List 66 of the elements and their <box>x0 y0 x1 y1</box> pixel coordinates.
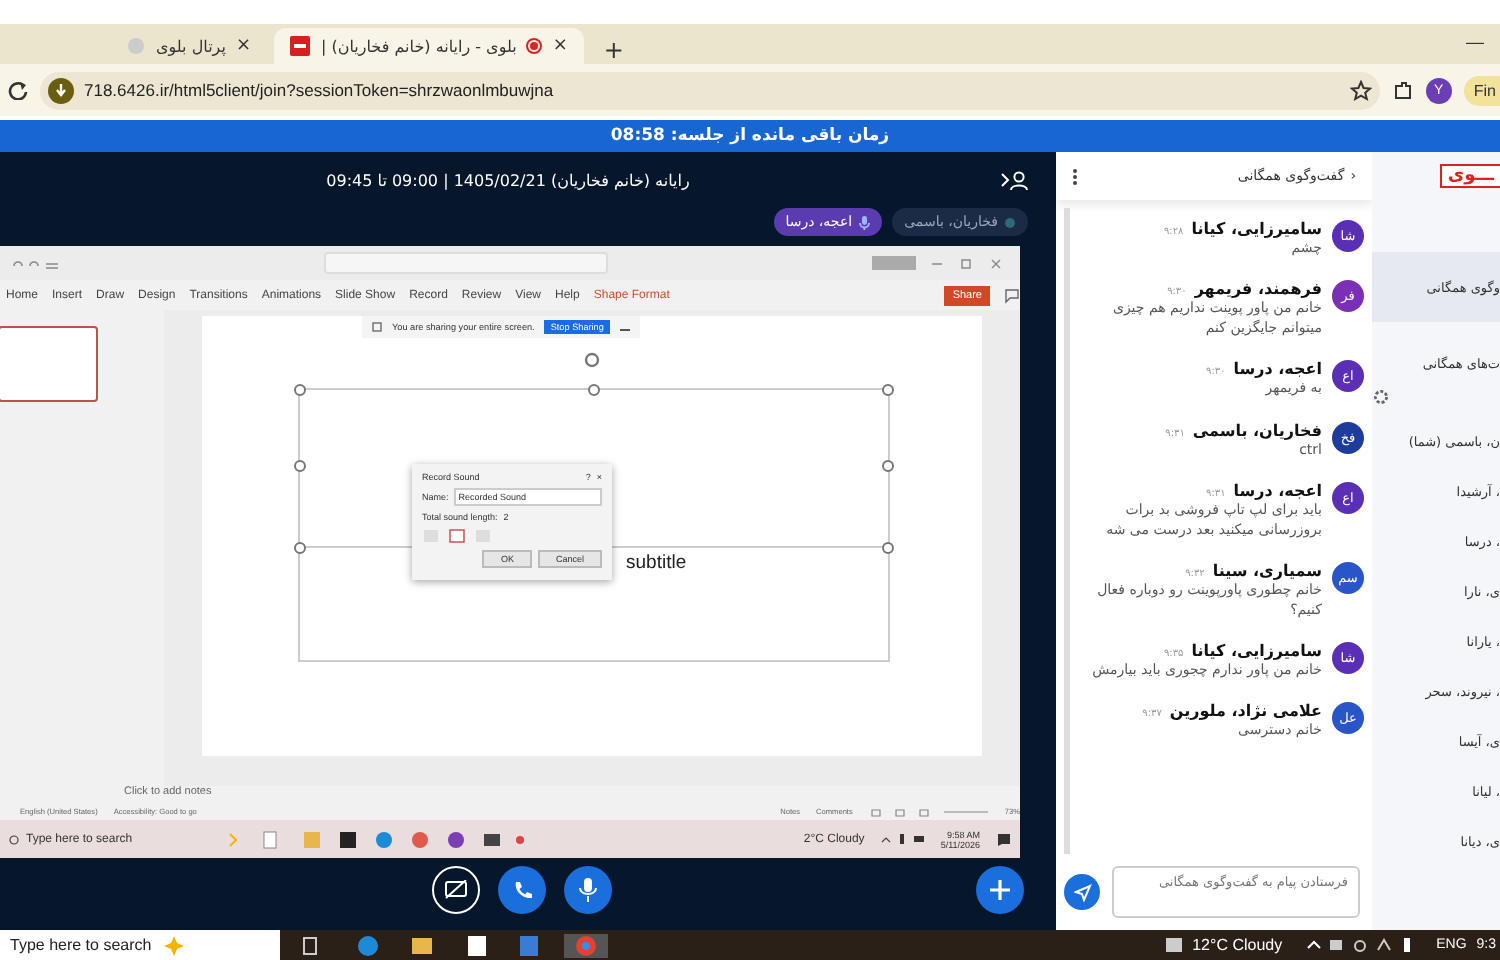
screen-share-button[interactable] <box>432 866 480 914</box>
reload-icon[interactable] <box>8 80 28 100</box>
send-button[interactable] <box>1064 874 1100 910</box>
site-icon <box>126 36 146 56</box>
sender-name: سمیاری، سینا <box>1212 561 1322 580</box>
taskbar-apps-icon <box>224 829 524 849</box>
sparkle-icon <box>159 935 188 955</box>
tab-title: بلوی - رایانه (خانم فخاریان) | <box>320 37 517 55</box>
resize-handle <box>588 384 600 396</box>
star-icon[interactable] <box>1349 79 1372 101</box>
recording-icon <box>526 38 543 54</box>
phone-button[interactable] <box>498 866 546 914</box>
browser-tab[interactable]: × بلوی - رایانه (خانم فخاریان) | <box>274 28 584 64</box>
view-buttons-icon <box>868 807 989 817</box>
weather-text: 12°C Cloudy <box>1192 936 1283 954</box>
phone-icon <box>512 880 532 900</box>
close-tab-button[interactable]: × <box>552 36 568 56</box>
download-icon <box>48 77 74 103</box>
resize-handle <box>882 460 894 472</box>
search-icon <box>8 833 20 845</box>
sender-name: فرهمند، فریمهر <box>1194 280 1322 299</box>
taskbar-search[interactable]: Type here to search <box>0 930 280 960</box>
resize-handle <box>294 542 306 554</box>
user-icon[interactable] <box>1000 170 1028 190</box>
more-options-icon[interactable] <box>1072 167 1078 185</box>
resize-handle <box>882 542 894 554</box>
close-tab-button[interactable]: × <box>235 36 251 56</box>
address-bar[interactable]: 718.6426.ir/html5client/join?sessionToken=shrzwaonlmbuwjna <box>40 71 1380 109</box>
sender-name: فخاریان، باسمی <box>1192 421 1322 440</box>
notification-icon <box>996 831 1012 847</box>
tab-title: پرتال بلوی <box>156 37 226 55</box>
extensions-icon[interactable] <box>1391 79 1414 101</box>
settings-icon[interactable] <box>1372 388 1390 406</box>
send-icon <box>1073 883 1091 901</box>
status-dot-icon <box>1004 215 1016 229</box>
weather-icon <box>1164 936 1185 954</box>
meeting-title: رایانه (خانم فخاریان) 1405/02/21 | 09:00 تا 09:45 <box>324 171 692 189</box>
microphone-icon <box>578 878 598 902</box>
sender-name: سامیرزایی، کیانا <box>1191 642 1322 661</box>
add-button[interactable] <box>976 866 1024 914</box>
comment-icon <box>1004 287 1020 303</box>
sender-name: اعجه، درسا <box>1233 481 1322 500</box>
url-text: 718.6426.ir/html5client/join?sessionToken=shrzwaonlmbuwjna <box>84 80 554 100</box>
new-tab-button[interactable]: + <box>591 36 636 64</box>
microphone-icon <box>858 215 871 229</box>
resize-handle <box>294 384 306 396</box>
sender-name: اعجه، درسا <box>1233 360 1322 379</box>
tray-icons-icon <box>880 832 925 846</box>
screen-share-off-icon <box>444 880 468 900</box>
rotate-handle-icon <box>584 352 600 368</box>
browser-side-button[interactable]: Fin <box>1463 75 1500 105</box>
screen-icon <box>372 322 382 332</box>
resize-handle <box>294 460 306 472</box>
session-timer: زمان باقی مانده از جلسه: 08:58 <box>610 126 890 146</box>
search-placeholder: Type here to search <box>10 936 152 954</box>
brand-logo: ـــوی <box>1439 164 1500 188</box>
resize-handle <box>882 384 894 396</box>
sender-name: علامی نژاد، ملورین <box>1169 702 1322 721</box>
plus-icon <box>988 878 1012 902</box>
minimize-button[interactable]: — <box>1450 32 1500 64</box>
slide-text: subtitle <box>626 552 687 574</box>
site-icon <box>290 36 311 56</box>
slide-thumbnail <box>0 326 98 402</box>
browser-tab[interactable]: × پرتال بلوی <box>110 28 267 64</box>
microphone-button[interactable] <box>564 866 612 914</box>
sender-name: سامیرزایی، کیانا <box>1191 220 1322 238</box>
